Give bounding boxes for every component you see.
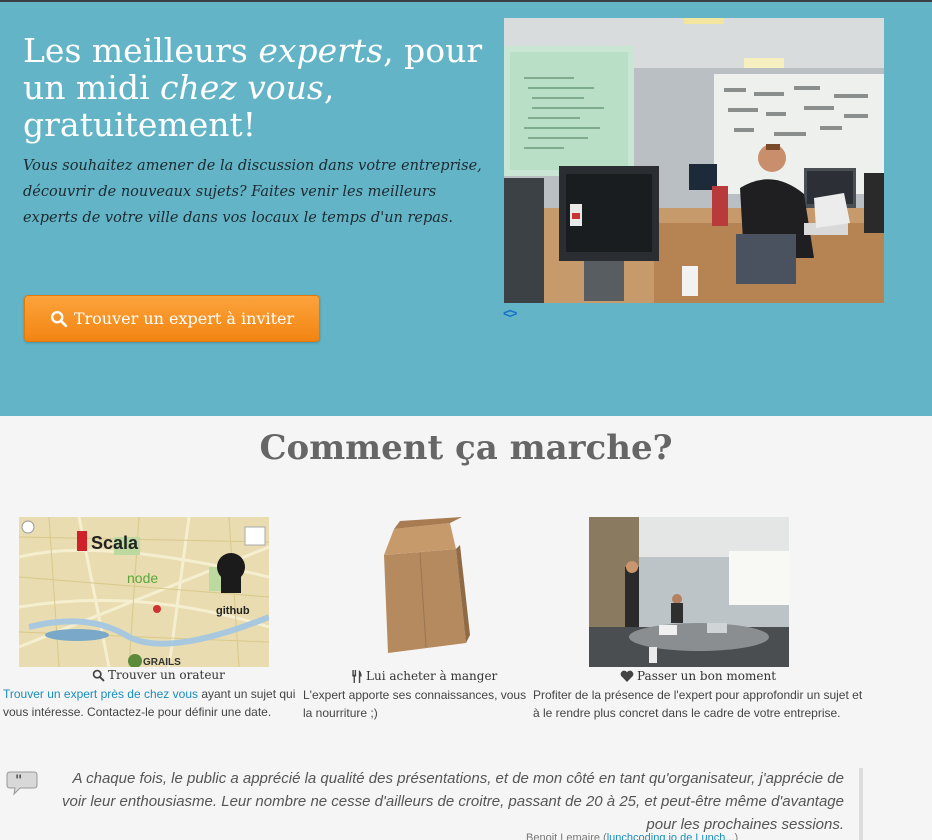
- heart-icon: [620, 670, 634, 682]
- step2-heading-label: Lui acheter à manger: [366, 669, 498, 683]
- step2-heading: Lui acheter à manger: [351, 669, 497, 683]
- how-it-works-title: Comment ça marche?: [259, 428, 673, 468]
- step2-text: L'expert apporte ses connaissances, vous…: [303, 688, 527, 720]
- step3-heading: Passer un bon moment: [620, 669, 776, 683]
- carousel-controls[interactable]: <>: [503, 305, 517, 321]
- testimonial-quote: A chaque fois, le public a apprécié la q…: [61, 770, 844, 833]
- find-expert-button[interactable]: Trouver un expert à inviter: [24, 295, 320, 342]
- search-icon: [50, 310, 68, 327]
- testimonial-source: Benoit Lemaire (lunchcoding.io de Lunch.…: [526, 832, 738, 840]
- github-logo: github: [216, 605, 250, 617]
- find-expert-button-label: Trouver un expert à inviter: [73, 309, 295, 328]
- scala-logo: Scala: [91, 533, 139, 553]
- step1-heading-label: Trouver un orateur: [108, 668, 225, 682]
- step3-meeting-photo: [589, 517, 789, 667]
- testimonial-source-link[interactable]: lunchcoding.io de Lunch...: [607, 832, 735, 840]
- cutlery-icon: [352, 669, 362, 683]
- nodejs-logo: node: [127, 570, 158, 586]
- hero-section: Les meilleurs experts, pour un midi chez…: [0, 0, 932, 416]
- find-expert-link[interactable]: Trouver un expert près de chez vous: [3, 687, 198, 701]
- step1-map-image: Scala node github GRAILS: [19, 517, 269, 667]
- step1-text: Trouver un expert près de chez vous ayan…: [3, 687, 296, 719]
- hero-title: Les meilleurs experts, pour un midi chez…: [23, 31, 483, 144]
- search-icon: [92, 669, 105, 681]
- carousel-photo: [504, 18, 884, 303]
- quote-border: [859, 768, 863, 840]
- step3-text: Profiter de la présence de l'expert pour…: [533, 688, 863, 720]
- step3-heading-label: Passer un bon moment: [637, 669, 777, 683]
- svg-text:": ": [15, 773, 22, 789]
- hero-lead: Vous souhaitez amener de la discussion d…: [23, 158, 482, 226]
- grails-logo: GRAILS: [143, 657, 181, 667]
- step2-paper-bag-image: [370, 515, 470, 665]
- step1-heading: Trouver un orateur: [92, 668, 225, 682]
- photo-carousel[interactable]: [504, 18, 884, 303]
- speech-bubble-icon: ": [6, 770, 38, 801]
